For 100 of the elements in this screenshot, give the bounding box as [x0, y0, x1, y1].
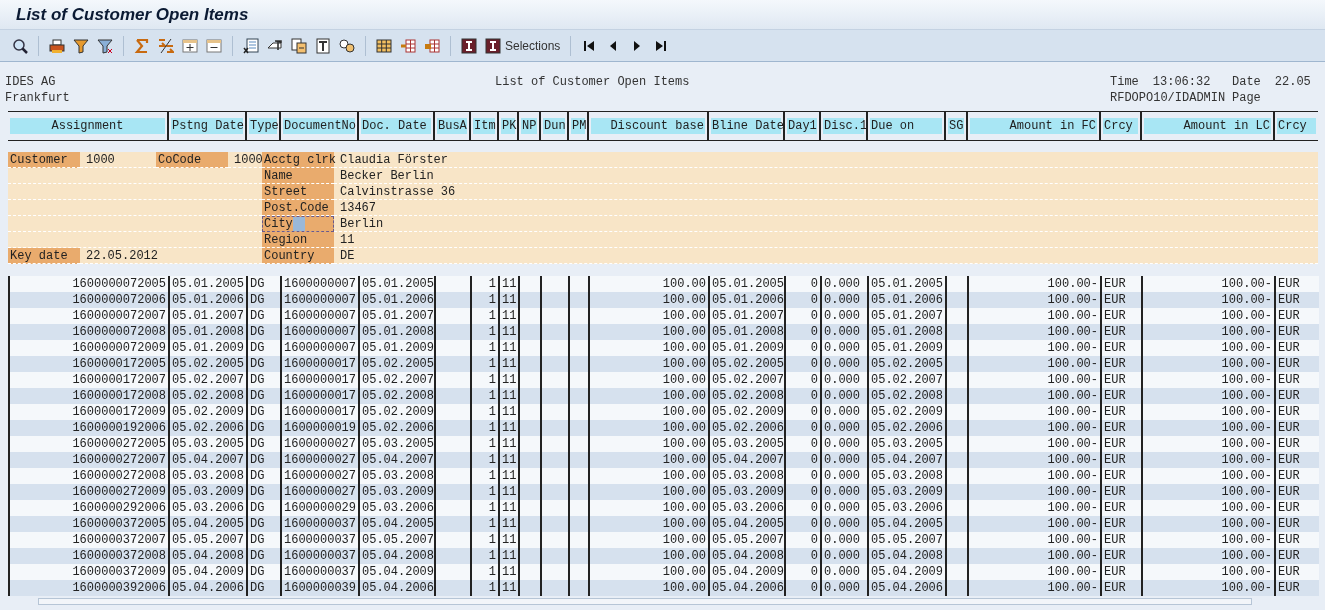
column-header[interactable]: Amount in LC [1144, 118, 1271, 134]
table-cell: 0 [785, 452, 821, 468]
table-cell: 1600000037 [281, 564, 359, 580]
table-cell: 100.00- [968, 308, 1101, 324]
table-cell: 100.00- [968, 516, 1101, 532]
table-cell: 1600000027 [281, 484, 359, 500]
table-cell: 05.02.2009 [359, 404, 435, 420]
field-label: City [262, 216, 334, 232]
column-header[interactable]: Pstng Date [171, 118, 243, 134]
table-cell: EUR [1101, 484, 1142, 500]
table-cell: EUR [1101, 276, 1142, 292]
table-cell: 05.01.2007 [359, 308, 435, 324]
selections-button[interactable]: Selections [483, 35, 563, 56]
table-cell: 1 [471, 468, 499, 484]
column-header[interactable]: PK [501, 118, 515, 134]
table-cell: 05.01.2005 [868, 276, 946, 292]
column-header[interactable]: Assignment [10, 118, 165, 134]
column-header[interactable]: Due on [870, 118, 942, 134]
table-cell: 100.00- [1142, 516, 1275, 532]
table-cell: 05.02.2007 [169, 372, 247, 388]
table-cell: DG [247, 324, 281, 340]
column-header[interactable]: Amount in FC [970, 118, 1097, 134]
column-header[interactable]: BusA [437, 118, 467, 134]
table-cell: 05.02.2006 [359, 420, 435, 436]
info-button[interactable] [459, 35, 479, 56]
column-header[interactable]: Type [249, 118, 277, 134]
table-cell: 05.01.2009 [709, 340, 785, 356]
table-cell: DG [247, 532, 281, 548]
column-header[interactable]: SG [948, 118, 964, 134]
table-cell: 100.00 [589, 564, 709, 580]
table-cell: 0 [785, 388, 821, 404]
table-cell: 0.000 [821, 548, 868, 564]
column-header[interactable]: Itm [473, 118, 495, 134]
table-cell: 05.03.2008 [359, 468, 435, 484]
table-cell: DG [247, 356, 281, 372]
column-header[interactable]: Crcy [1277, 118, 1316, 134]
copy-icon [291, 37, 307, 54]
horizontal-scrollbar[interactable] [38, 598, 1252, 605]
column-header[interactable]: Disc.1 [823, 118, 864, 134]
table-cell: 05.02.2008 [868, 388, 946, 404]
table-cell: 0 [785, 292, 821, 308]
table-cell: 1600000027 [281, 452, 359, 468]
field-label: CoCode [156, 152, 228, 168]
table-cell: 0 [785, 436, 821, 452]
table-cell: 1600000072009 [9, 340, 169, 356]
column-header[interactable]: PM [571, 118, 585, 134]
table-cell: 05.04.2008 [709, 548, 785, 564]
column-header[interactable]: DocumentNo [283, 118, 355, 134]
column-header[interactable]: Discount base [591, 118, 705, 134]
table-cell: 05.01.2005 [359, 276, 435, 292]
form-button[interactable] [313, 35, 333, 56]
grid-arrow-icon [400, 37, 416, 54]
table-cell: EUR [1275, 372, 1319, 388]
spreadsheet-button[interactable] [241, 35, 261, 56]
table-cell: 05.01.2006 [359, 292, 435, 308]
table-cell: 100.00- [968, 564, 1101, 580]
table-cell: 05.03.2009 [709, 484, 785, 500]
date-value: 22.05 [1274, 74, 1311, 90]
table-cell: 11 [499, 580, 519, 596]
field-label: Region [262, 232, 334, 248]
table-cell: 1600000007 [281, 292, 359, 308]
column-header[interactable]: NP [521, 118, 537, 134]
table-cell: 05.03.2008 [169, 468, 247, 484]
column-header[interactable]: Bline Date [711, 118, 781, 134]
table-cell: 05.02.2005 [169, 356, 247, 372]
table-cell: 1600000392006 [9, 580, 169, 596]
table-cell: 0.000 [821, 436, 868, 452]
table-cell: 05.04.2006 [709, 580, 785, 596]
column-header[interactable]: Crcy [1103, 118, 1138, 134]
field-label: Acctg clrk [262, 152, 334, 168]
table-cell: 100.00 [589, 404, 709, 420]
column-header[interactable]: Doc. Date [361, 118, 431, 134]
table-cell: 1 [471, 564, 499, 580]
window-minus-icon [206, 37, 222, 54]
table-cell: 05.01.2008 [868, 324, 946, 340]
table-cell: EUR [1101, 340, 1142, 356]
table-cell: DG [247, 580, 281, 596]
table-cell: 05.04.2006 [169, 580, 247, 596]
column-header[interactable]: Day1 [787, 118, 817, 134]
table-cell: 1 [471, 308, 499, 324]
table-cell: 0.000 [821, 580, 868, 596]
spreadsheet-icon [243, 37, 259, 54]
table-cell: EUR [1101, 548, 1142, 564]
column-header[interactable]: Dun [543, 118, 565, 134]
table-cell: 05.04.2008 [359, 548, 435, 564]
table-cell: 05.04.2008 [868, 548, 946, 564]
table-cell: 100.00 [589, 532, 709, 548]
table-cell: 05.01.2009 [169, 340, 247, 356]
table-cell: 1600000007 [281, 340, 359, 356]
table-cell: EUR [1275, 436, 1319, 452]
table-cell: 1 [471, 548, 499, 564]
table-cell: 0 [785, 404, 821, 420]
table-cell: 05.02.2005 [868, 356, 946, 372]
copy-button[interactable] [289, 35, 309, 56]
table-cell: 1600000172005 [9, 356, 169, 372]
table-cell: 100.00 [589, 580, 709, 596]
table-cell: 100.00 [589, 324, 709, 340]
table-cell: EUR [1275, 356, 1319, 372]
table-cell: 0.000 [821, 292, 868, 308]
table-cell: 05.02.2006 [169, 420, 247, 436]
